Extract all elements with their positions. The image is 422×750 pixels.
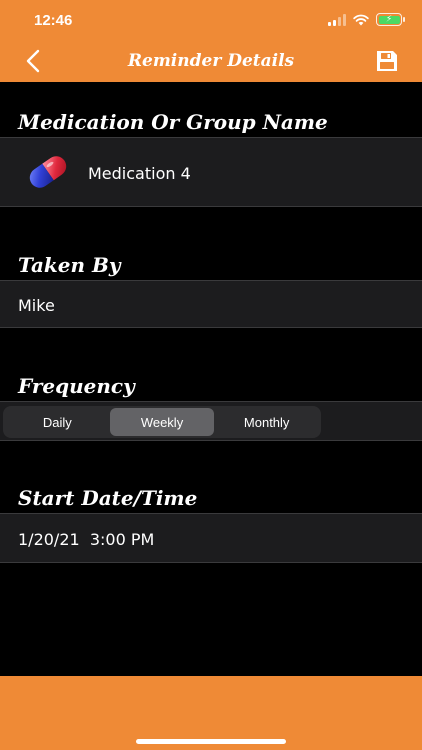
pill-icon (29, 156, 67, 188)
status-time: 12:46 (34, 12, 73, 29)
cellular-signal-icon (328, 13, 346, 26)
wifi-icon (353, 14, 369, 25)
floppy-save-icon[interactable] (374, 48, 400, 74)
medication-name: Medication 4 (88, 164, 191, 183)
taken-by-section-title: Taken By (18, 253, 121, 277)
frequency-option-weekly[interactable]: Weekly (109, 408, 215, 436)
frequency-section-title: Frequency (18, 374, 135, 398)
frequency-option-daily[interactable]: Daily (5, 408, 110, 436)
taken-by-row[interactable]: Mike (0, 280, 422, 328)
frequency-segmented-control[interactable]: Daily Weekly Monthly (3, 406, 321, 438)
home-indicator[interactable] (136, 739, 286, 744)
page-title: Reminder Details (127, 51, 295, 71)
start-section-title: Start Date/Time (18, 486, 198, 510)
taken-by-value: Mike (18, 296, 55, 315)
start-date-value: 1/20/21 3:00 PM (18, 530, 155, 549)
start-date-row[interactable]: 1/20/21 3:00 PM (0, 513, 422, 563)
status-icons: ⚡ (328, 13, 405, 26)
frequency-option-monthly[interactable]: Monthly (214, 408, 319, 436)
medication-row[interactable]: Medication 4 (0, 137, 422, 207)
medication-section-title: Medication Or Group Name (18, 110, 328, 134)
battery-icon: ⚡ (376, 13, 405, 26)
